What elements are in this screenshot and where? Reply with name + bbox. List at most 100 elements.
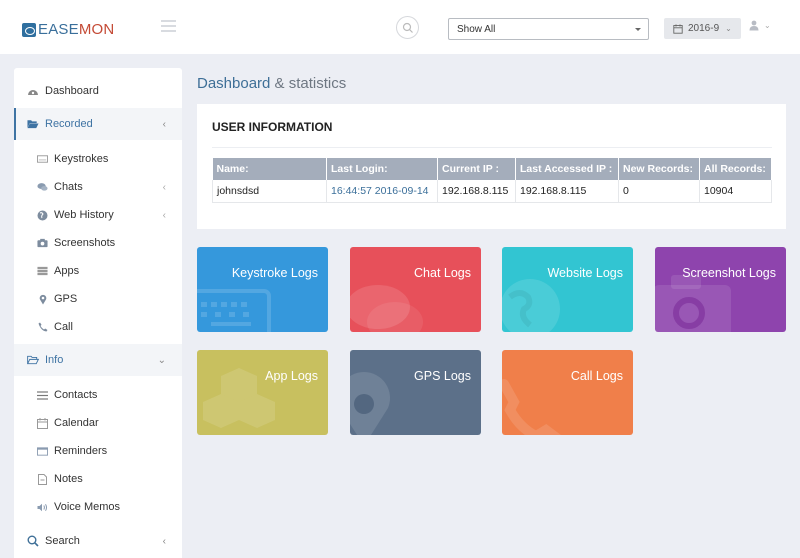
- sidebar-item-apps[interactable]: Apps: [14, 258, 182, 284]
- tile-label: App Logs: [265, 369, 318, 383]
- comments-icon: [350, 285, 423, 332]
- sidebar-item-search[interactable]: Search ‹: [14, 525, 182, 557]
- chevron-down-icon: ⌄: [725, 24, 732, 33]
- website-logs-tile[interactable]: Website Logs: [502, 247, 633, 332]
- menu-toggle-icon[interactable]: [161, 20, 176, 32]
- folder-open-icon: [27, 119, 39, 129]
- phone-icon: [37, 322, 48, 332]
- sidebar-item-reminders[interactable]: Reminders: [14, 438, 182, 464]
- call-logs-tile[interactable]: Call Logs: [502, 350, 633, 435]
- table-row: johnsdsd 16:44:57 2016-09-14 192.168.8.1…: [212, 180, 772, 203]
- column-header: Last Accessed IP :: [515, 158, 619, 180]
- keystroke-logs-tile[interactable]: Keystroke Logs: [197, 247, 328, 332]
- brand-name-part2: MON: [78, 21, 115, 38]
- column-header: All Records:: [699, 158, 772, 180]
- sidebar-item-label: Search: [45, 535, 80, 547]
- keyboard-icon: [197, 289, 271, 332]
- sidebar-item-label: Voice Memos: [54, 501, 121, 513]
- sidebar-item-label: Recorded: [45, 118, 93, 130]
- column-header: Last Login:: [326, 158, 438, 180]
- sidebar-item-label: Chats: [54, 181, 83, 193]
- dashboard-gauge-icon: [27, 86, 39, 96]
- camera-icon: [655, 275, 731, 332]
- sidebar-item-calendar[interactable]: Calendar: [14, 410, 182, 436]
- cubes-icon: [203, 368, 275, 428]
- tile-label: GPS Logs: [414, 369, 471, 383]
- list-icon: [37, 390, 48, 400]
- cell-current-ip: 192.168.8.115: [437, 180, 516, 203]
- chevron-left-icon: ‹: [162, 181, 166, 193]
- gps-logs-tile[interactable]: GPS Logs: [350, 350, 481, 435]
- brand-logo[interactable]: EASE MON: [22, 21, 114, 38]
- device-filter-value: Show All: [457, 24, 496, 35]
- user-menu-button[interactable]: ⌄: [749, 20, 771, 31]
- cell-last-accessed-ip: 192.168.8.115: [515, 180, 619, 203]
- calendar-icon: [673, 24, 683, 34]
- search-button[interactable]: [396, 16, 419, 39]
- sidebar-item-web-history[interactable]: Web History ‹: [14, 202, 182, 228]
- cell-name: johnsdsd: [212, 180, 327, 203]
- sidebar-item-label: Notes: [54, 473, 83, 485]
- cell-last-login[interactable]: 16:44:57 2016-09-14: [326, 180, 438, 203]
- app-logs-tile[interactable]: App Logs: [197, 350, 328, 435]
- tile-label: Chat Logs: [414, 266, 471, 280]
- brand-name-part1: EASE: [38, 21, 79, 38]
- sidebar-item-label: Info: [45, 354, 64, 366]
- caret-down-icon: [635, 28, 641, 31]
- sidebar-item-label: Calendar: [54, 417, 99, 429]
- sidebar-item-info[interactable]: Info ⌄: [14, 344, 182, 376]
- map-marker-icon: [37, 294, 48, 305]
- globe-icon: [37, 210, 48, 221]
- sidebar-item-gps[interactable]: GPS: [14, 286, 182, 312]
- sidebar-item-label: Web History: [54, 209, 114, 221]
- panel-title: USER INFORMATION: [212, 120, 333, 134]
- sidebar-item-call[interactable]: Call: [14, 314, 182, 340]
- search-icon: [27, 535, 39, 547]
- date-picker-label: 2016-9: [688, 23, 720, 34]
- user-information-panel: USER INFORMATION Name: Last Login: Curre…: [197, 104, 786, 229]
- tile-label: Keystroke Logs: [231, 266, 318, 280]
- chat-logs-tile[interactable]: Chat Logs: [350, 247, 481, 332]
- screenshot-logs-tile[interactable]: Screenshot Logs: [655, 247, 786, 332]
- date-picker-button[interactable]: 2016-9 ⌄: [664, 18, 741, 39]
- top-bar: EASE MON Show All 2016-9 ⌄ ⌄: [0, 0, 800, 54]
- table-header-row: Name: Last Login: Current IP : Last Acce…: [212, 158, 772, 180]
- sidebar-item-recorded[interactable]: Recorded ‹: [14, 108, 182, 140]
- user-info-table: Name: Last Login: Current IP : Last Acce…: [212, 158, 772, 203]
- chevron-left-icon: ‹: [162, 118, 166, 130]
- window-icon: [37, 446, 48, 456]
- calendar-icon: [37, 417, 48, 429]
- volume-icon: [37, 503, 48, 512]
- comments-icon: [37, 182, 48, 192]
- search-icon: [402, 22, 413, 33]
- tile-label: Call Logs: [570, 369, 623, 383]
- sidebar-item-label: GPS: [54, 293, 78, 305]
- chevron-down-icon: ⌄: [764, 21, 771, 30]
- device-filter-select[interactable]: Show All: [448, 18, 649, 40]
- chevron-left-icon: ‹: [162, 209, 166, 221]
- column-header: New Records:: [618, 158, 700, 180]
- sidebar-item-notes[interactable]: Notes: [14, 466, 182, 492]
- sidebar-item-keystrokes[interactable]: Keystrokes: [14, 146, 182, 172]
- cell-all-records: 10904: [699, 180, 772, 203]
- sidebar-item-contacts[interactable]: Contacts: [14, 382, 182, 408]
- folder-open-outline-icon: [27, 355, 39, 365]
- tile-label: Screenshot Logs: [682, 266, 776, 280]
- sidebar-item-label: Call: [54, 321, 73, 333]
- map-marker-icon: [350, 372, 390, 435]
- sidebar-item-screenshots[interactable]: Screenshots: [14, 230, 182, 256]
- sidebar-item-label: Contacts: [54, 389, 98, 401]
- keyboard-icon: [37, 155, 48, 163]
- column-header: Name:: [212, 158, 327, 180]
- tile-label: Website Logs: [547, 266, 623, 280]
- globe-icon: [502, 279, 560, 332]
- eye-logo-icon: [22, 22, 36, 37]
- page-title: Dashboard & statistics: [197, 75, 346, 92]
- sidebar-item-voice-memos[interactable]: Voice Memos: [14, 494, 182, 520]
- sidebar-item-chats[interactable]: Chats ‹: [14, 174, 182, 200]
- page-title-highlight: Dashboard: [197, 75, 271, 92]
- sidebar-item-dashboard[interactable]: Dashboard: [14, 75, 182, 107]
- server-list-icon: [37, 266, 48, 276]
- sidebar-item-label: Screenshots: [54, 237, 116, 249]
- file-text-icon: [37, 473, 48, 485]
